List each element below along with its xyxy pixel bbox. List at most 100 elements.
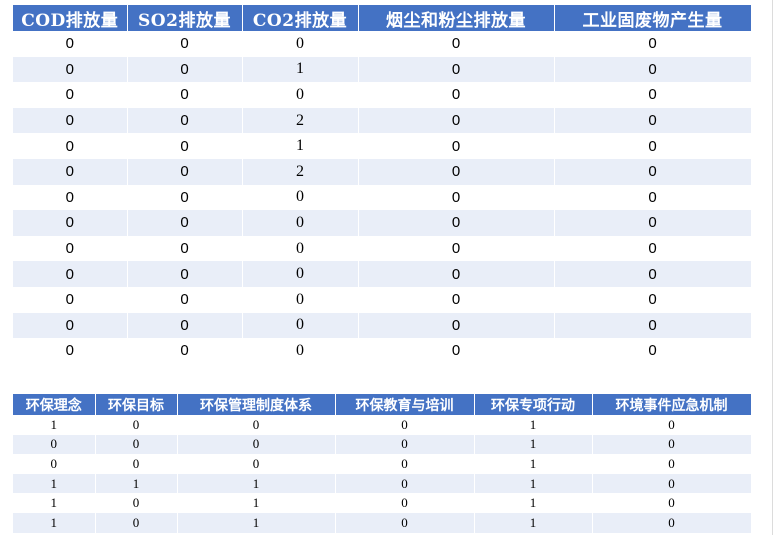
table-cell[interactable]: 0 (554, 235, 752, 262)
table-cell[interactable]: 0 (335, 512, 475, 533)
table-cell[interactable]: 2 (242, 107, 359, 134)
table-cell[interactable]: 0 (13, 454, 96, 474)
table-cell[interactable]: 1 (177, 473, 336, 494)
table-cell[interactable]: 0 (335, 434, 475, 455)
table-cell[interactable]: 0 (242, 184, 359, 211)
table-cell[interactable]: 0 (13, 56, 128, 83)
table-cell[interactable]: 0 (177, 454, 336, 474)
table-cell[interactable]: 0 (554, 107, 752, 134)
table-cell[interactable]: 0 (95, 415, 178, 435)
header-env-philosophy[interactable]: 环保理念 (13, 394, 96, 415)
table-cell[interactable]: 0 (13, 107, 128, 134)
table-cell[interactable]: 0 (335, 493, 475, 513)
table-cell[interactable]: 0 (358, 210, 555, 236)
table-cell[interactable]: 0 (127, 235, 243, 262)
table-cell[interactable]: 0 (127, 107, 243, 134)
table-cell[interactable]: 0 (95, 512, 178, 533)
table-cell[interactable]: 0 (95, 454, 178, 474)
table-cell[interactable]: 0 (95, 434, 178, 455)
table-cell[interactable]: 0 (554, 133, 752, 159)
table-cell[interactable]: 0 (127, 312, 243, 339)
header-env-emergency-mechanism[interactable]: 环境事件应急机制 (592, 394, 752, 415)
header-smoke-dust-emissions[interactable]: 烟尘和粉尘排放量 (358, 5, 555, 31)
table-cell[interactable]: 0 (554, 286, 752, 313)
table-cell[interactable]: 0 (13, 158, 128, 185)
table-cell[interactable]: 0 (127, 338, 243, 364)
header-cod-emissions[interactable]: COD排放量 (13, 5, 128, 31)
table-cell[interactable]: 0 (13, 312, 128, 339)
header-env-management-system[interactable]: 环保管理制度体系 (177, 394, 336, 415)
table-cell[interactable]: 0 (335, 473, 475, 494)
table-cell[interactable]: 0 (554, 31, 752, 57)
table-cell[interactable]: 0 (335, 415, 475, 435)
table-cell[interactable]: 0 (358, 184, 555, 211)
table-cell[interactable]: 0 (242, 235, 359, 262)
table-cell[interactable]: 0 (13, 210, 128, 236)
table-cell[interactable]: 1 (13, 415, 96, 435)
table-cell[interactable]: 1 (13, 473, 96, 494)
table-cell[interactable]: 0 (127, 261, 243, 287)
table-cell[interactable]: 0 (13, 235, 128, 262)
table-cell[interactable]: 0 (13, 133, 128, 159)
table-cell[interactable]: 0 (358, 133, 555, 159)
table-cell[interactable]: 0 (358, 235, 555, 262)
table-cell[interactable]: 0 (592, 512, 752, 533)
header-so2-emissions[interactable]: SO2排放量 (127, 5, 243, 31)
table-cell[interactable]: 0 (242, 31, 359, 57)
table-cell[interactable]: 0 (13, 31, 128, 57)
table-cell[interactable]: 0 (127, 56, 243, 83)
table-cell[interactable]: 1 (474, 434, 593, 455)
table-cell[interactable]: 1 (474, 493, 593, 513)
table-cell[interactable]: 0 (554, 312, 752, 339)
header-co2-emissions[interactable]: CO2排放量 (242, 5, 359, 31)
table-cell[interactable]: 0 (358, 261, 555, 287)
table-cell[interactable]: 0 (127, 184, 243, 211)
table-cell[interactable]: 1 (474, 415, 593, 435)
table-cell[interactable]: 0 (554, 261, 752, 287)
header-env-education-training[interactable]: 环保教育与培训 (335, 394, 475, 415)
table-cell[interactable]: 0 (358, 158, 555, 185)
table-cell[interactable]: 0 (358, 107, 555, 134)
table-cell[interactable]: 0 (554, 158, 752, 185)
table-cell[interactable]: 0 (242, 286, 359, 313)
table-cell[interactable]: 1 (242, 56, 359, 83)
table-cell[interactable]: 0 (554, 338, 752, 364)
table-cell[interactable]: 0 (358, 338, 555, 364)
table-cell[interactable]: 1 (95, 473, 178, 494)
header-env-goals[interactable]: 环保目标 (95, 394, 178, 415)
table-cell[interactable]: 0 (592, 454, 752, 474)
table-cell[interactable]: 0 (127, 210, 243, 236)
table-cell[interactable]: 0 (127, 158, 243, 185)
table-cell[interactable]: 0 (592, 434, 752, 455)
table-cell[interactable]: 0 (554, 82, 752, 108)
table-cell[interactable]: 0 (554, 56, 752, 83)
table-cell[interactable]: 2 (242, 158, 359, 185)
table-cell[interactable]: 0 (592, 493, 752, 513)
table-cell[interactable]: 0 (358, 312, 555, 339)
table-cell[interactable]: 0 (242, 261, 359, 287)
table-cell[interactable]: 0 (335, 454, 475, 474)
table-cell[interactable]: 0 (242, 82, 359, 108)
table-cell[interactable]: 0 (127, 31, 243, 57)
table-cell[interactable]: 0 (358, 286, 555, 313)
table-cell[interactable]: 0 (127, 82, 243, 108)
table-cell[interactable]: 0 (242, 312, 359, 339)
table-cell[interactable]: 0 (127, 286, 243, 313)
table-cell[interactable]: 0 (127, 133, 243, 159)
table-cell[interactable]: 0 (592, 415, 752, 435)
table-cell[interactable]: 0 (177, 434, 336, 455)
table-cell[interactable]: 1 (474, 454, 593, 474)
table-cell[interactable]: 0 (358, 31, 555, 57)
table-cell[interactable]: 1 (474, 473, 593, 494)
header-industrial-solid-waste[interactable]: 工业固废物产生量 (554, 5, 752, 31)
table-cell[interactable]: 0 (242, 210, 359, 236)
table-cell[interactable]: 0 (13, 261, 128, 287)
table-cell[interactable]: 1 (13, 493, 96, 513)
table-cell[interactable]: 1 (13, 512, 96, 533)
header-env-special-actions[interactable]: 环保专项行动 (474, 394, 593, 415)
table-cell[interactable]: 1 (177, 512, 336, 533)
table-cell[interactable]: 1 (177, 493, 336, 513)
table-cell[interactable]: 0 (13, 338, 128, 364)
table-cell[interactable]: 0 (13, 82, 128, 108)
table-cell[interactable]: 0 (177, 415, 336, 435)
